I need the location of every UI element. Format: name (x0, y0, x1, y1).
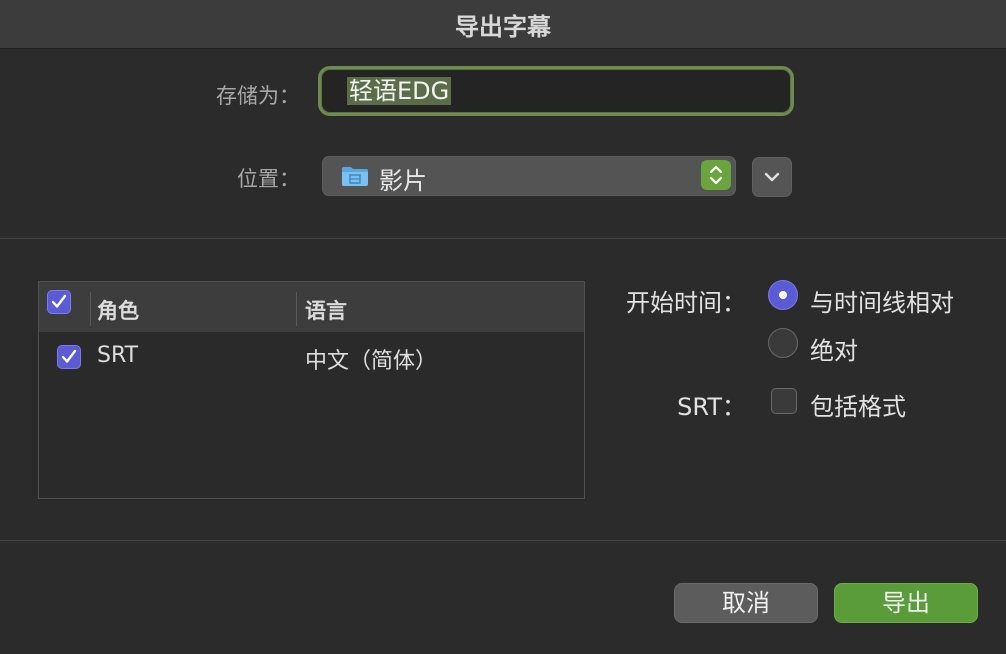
radio-relative-label[interactable]: 与时间线相对 (810, 283, 954, 318)
select-all-checkbox[interactable] (47, 290, 71, 314)
srt-label: SRT： (677, 393, 746, 421)
cancel-button[interactable]: 取消 (674, 583, 818, 623)
location-popup[interactable]: 影片 (322, 156, 736, 196)
divider-top (0, 238, 1006, 239)
include-format-checkbox[interactable] (771, 388, 797, 414)
location-label: 位置： (237, 167, 300, 191)
column-separator (90, 292, 91, 326)
dialog-title: 导出字幕 (455, 13, 551, 41)
table-header: 角色 语言 (39, 282, 584, 332)
filename-field[interactable]: 轻语EDG (318, 66, 794, 116)
checkmark-icon (51, 294, 67, 308)
checkmark-icon (61, 349, 77, 363)
radio-relative-to-timeline[interactable] (768, 280, 798, 310)
filename-value: 轻语EDG (347, 77, 452, 105)
export-button[interactable]: 导出 (834, 583, 978, 623)
save-as-label: 存储为： (216, 84, 300, 108)
expand-browser-button[interactable] (752, 157, 792, 197)
column-header-language[interactable]: 语言 (305, 295, 347, 325)
location-value: 影片 (379, 167, 427, 195)
column-separator (296, 292, 297, 326)
updown-chevron-icon (709, 165, 723, 185)
column-header-role[interactable]: 角色 (97, 295, 139, 325)
radio-absolute-label[interactable]: 绝对 (810, 331, 858, 366)
radio-absolute[interactable] (768, 328, 798, 358)
export-captions-dialog: 导出字幕 存储为： 轻语EDG 位置： 影片 角色 语言 SRT 中文（简体） … (0, 0, 1006, 654)
row-role: SRT (97, 343, 139, 368)
chevron-down-icon (764, 172, 780, 182)
folder-icon (342, 167, 368, 186)
title-bar: 导出字幕 (0, 0, 1006, 49)
popup-stepper[interactable] (701, 160, 731, 190)
divider-bottom (0, 540, 1006, 541)
start-time-label: 开始时间： (626, 289, 746, 317)
row-language: 中文（简体） (305, 349, 438, 374)
roles-table: 角色 语言 SRT 中文（简体） (38, 281, 585, 499)
include-format-label[interactable]: 包括格式 (810, 387, 906, 422)
row-checkbox[interactable] (57, 345, 81, 369)
